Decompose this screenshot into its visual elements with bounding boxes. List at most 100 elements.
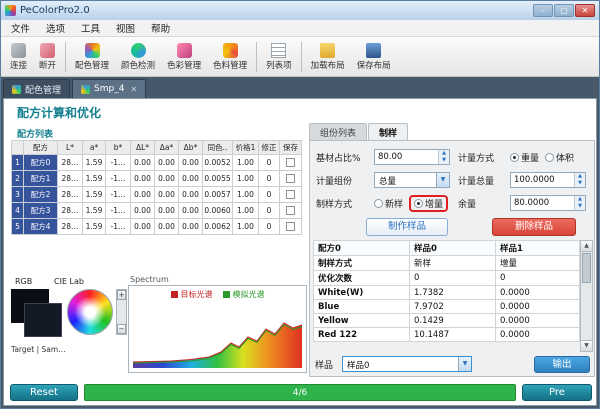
- remaining-spinner[interactable]: 80.0000 ▲▼: [510, 195, 586, 211]
- spectrum-panel: 目标光谱 模拟光谱: [128, 285, 307, 373]
- formula-row[interactable]: 4 配方3 28… 1.59 -1… 0.00 0.00 0.00 0.0060…: [12, 203, 302, 219]
- scrollbar-thumb[interactable]: [582, 253, 591, 283]
- wheel-zoom-slider[interactable]: + −: [116, 289, 127, 335]
- spectrum-legend: 目标光谱 模拟光谱: [129, 286, 306, 300]
- total-amount-spinner[interactable]: 100.0000 ▲▼: [510, 172, 586, 188]
- toolbar-list-items[interactable]: 列表项: [260, 41, 298, 73]
- spinner-arrows[interactable]: ▲▼: [574, 173, 585, 187]
- spinner-arrows[interactable]: ▲▼: [438, 150, 449, 164]
- radio-icon: [510, 153, 519, 162]
- sample-table-row[interactable]: Blue 7.9702 0.0000: [314, 300, 580, 314]
- formula-row[interactable]: 2 配方1 28… 1.59 -1… 0.00 0.00 0.00 0.0055…: [12, 171, 302, 187]
- scrollbar-track[interactable]: [581, 252, 592, 340]
- formula-row[interactable]: 1 配方0 28… 1.59 -1… 0.00 0.00 0.00 0.0052…: [12, 155, 302, 171]
- save-checkbox[interactable]: [286, 190, 295, 199]
- tab-smp4[interactable]: Smp_4 ✕: [72, 79, 146, 98]
- sample-table-row[interactable]: White(W) 1.7382 0.0000: [314, 286, 580, 300]
- spin-down-icon[interactable]: ▼: [575, 203, 585, 210]
- zoom-minus-icon[interactable]: −: [117, 324, 126, 334]
- close-button[interactable]: ✕: [575, 4, 595, 17]
- color-mgmt-icon: [177, 43, 192, 58]
- sample-combo[interactable]: 样品0 ▼: [342, 356, 472, 372]
- tab-sampling[interactable]: 制样: [368, 123, 408, 140]
- delete-sample-button[interactable]: 删除样品: [492, 218, 576, 236]
- zoom-plus-icon[interactable]: +: [117, 290, 126, 300]
- titlebar: PeColorPro2.0 – ▢ ✕: [1, 1, 599, 20]
- save-checkbox[interactable]: [286, 158, 295, 167]
- formula-list-title: 配方列表: [17, 127, 53, 140]
- sample-table-scrollbar[interactable]: ▲ ▼: [580, 240, 593, 352]
- toolbar-disconnect[interactable]: 断开: [33, 41, 62, 73]
- toolbar-load-layout[interactable]: 加载布局: [305, 41, 351, 73]
- col-header[interactable]: 配方: [24, 141, 58, 155]
- window-title: PeColorPro2.0: [20, 5, 533, 16]
- component-combo[interactable]: 总量 ▼: [374, 172, 450, 188]
- minimize-button[interactable]: –: [533, 4, 553, 17]
- legend-simulated: 模拟光谱: [223, 289, 265, 300]
- output-button[interactable]: 输出: [534, 356, 590, 373]
- scroll-up-icon[interactable]: ▲: [581, 241, 592, 252]
- reset-button[interactable]: Reset: [10, 384, 78, 401]
- toolbar-save-layout[interactable]: 保存布局: [351, 41, 397, 73]
- menu-options[interactable]: 选项: [38, 19, 73, 37]
- spin-up-icon[interactable]: ▲: [575, 196, 585, 203]
- maximize-button[interactable]: ▢: [554, 4, 574, 17]
- formula-row[interactable]: 3 配方2 28… 1.59 -1… 0.00 0.00 0.00 0.0057…: [12, 187, 302, 203]
- dropdown-arrow-icon[interactable]: ▼: [458, 357, 471, 371]
- col-header[interactable]: Δb*: [179, 141, 203, 155]
- pre-button[interactable]: Pre: [522, 384, 592, 401]
- menu-view[interactable]: 视图: [108, 19, 143, 37]
- col-header[interactable]: Δa*: [155, 141, 179, 155]
- save-checkbox[interactable]: [286, 206, 295, 215]
- cielab-color-wheel[interactable]: [67, 289, 113, 335]
- toolbar-color-detect[interactable]: 颜色检测: [115, 41, 161, 73]
- menu-file[interactable]: 文件: [3, 19, 38, 37]
- spin-up-icon[interactable]: ▲: [575, 173, 585, 180]
- tab-components[interactable]: 组份列表: [309, 123, 367, 140]
- save-checkbox[interactable]: [286, 174, 295, 183]
- spinner-arrows[interactable]: ▲▼: [574, 196, 585, 210]
- rgb-label: RGB: [15, 277, 32, 286]
- toolbar-colorant-mgmt[interactable]: 色料管理: [207, 41, 253, 73]
- make-sample-button[interactable]: 制作样品: [366, 218, 448, 236]
- menu-tools[interactable]: 工具: [73, 19, 108, 37]
- col-header[interactable]: 同色..: [203, 141, 233, 155]
- sample-table-row[interactable]: 制样方式 新样 增量: [314, 256, 580, 271]
- col-header[interactable]: 修正: [259, 141, 280, 155]
- app-window: PeColorPro2.0 – ▢ ✕ 文件 选项 工具 视图 帮助 连接 断开…: [0, 0, 600, 409]
- list-items-icon: [271, 43, 286, 58]
- spin-down-icon[interactable]: ▼: [439, 157, 449, 164]
- radio-icon: [545, 153, 554, 162]
- toolbar-connect[interactable]: 连接: [4, 41, 33, 73]
- toolbar-color-mgmt[interactable]: 色彩管理: [161, 41, 207, 73]
- col-header[interactable]: ΔL*: [131, 141, 155, 155]
- spin-down-icon[interactable]: ▼: [575, 180, 585, 187]
- menu-help[interactable]: 帮助: [143, 19, 178, 37]
- spectrum-chart: [131, 310, 304, 370]
- sample-table-row[interactable]: Red 122 10.1487 0.0000: [314, 328, 580, 342]
- dropdown-arrow-icon[interactable]: ▼: [436, 173, 449, 187]
- sample-table-row[interactable]: 优化次数 0 0: [314, 271, 580, 286]
- tab-close-icon[interactable]: ✕: [128, 85, 137, 94]
- col-header[interactable]: 保存: [280, 141, 302, 155]
- toolbar-color-matching[interactable]: 配色管理: [69, 41, 115, 73]
- col-header[interactable]: b*: [106, 141, 131, 155]
- radio-volume[interactable]: 体积: [545, 151, 574, 164]
- radio-weight[interactable]: 重量: [510, 151, 539, 164]
- tab-color-matching[interactable]: 配色管理: [3, 79, 70, 98]
- save-checkbox[interactable]: [286, 222, 295, 231]
- formula-row[interactable]: 5 配方4 28… 1.59 -1… 0.00 0.00 0.00 0.0062…: [12, 219, 302, 235]
- radio-increment[interactable]: 增量: [414, 197, 443, 210]
- base-ratio-spinner[interactable]: 80.00 ▲▼: [374, 149, 450, 165]
- col-header[interactable]: 价格1: [233, 141, 259, 155]
- radio-icon: [414, 199, 423, 208]
- spin-up-icon[interactable]: ▲: [439, 150, 449, 157]
- colorant-mgmt-icon: [223, 43, 238, 58]
- sample-mode-label: 制样方式: [316, 197, 352, 210]
- radio-new-sample[interactable]: 新样: [374, 197, 403, 210]
- col-header[interactable]: L*: [58, 141, 83, 155]
- increment-highlight-box: 增量: [409, 195, 448, 212]
- sample-table-row[interactable]: Yellow 0.1429 0.0000: [314, 314, 580, 328]
- scroll-down-icon[interactable]: ▼: [581, 340, 592, 351]
- col-header[interactable]: a*: [83, 141, 106, 155]
